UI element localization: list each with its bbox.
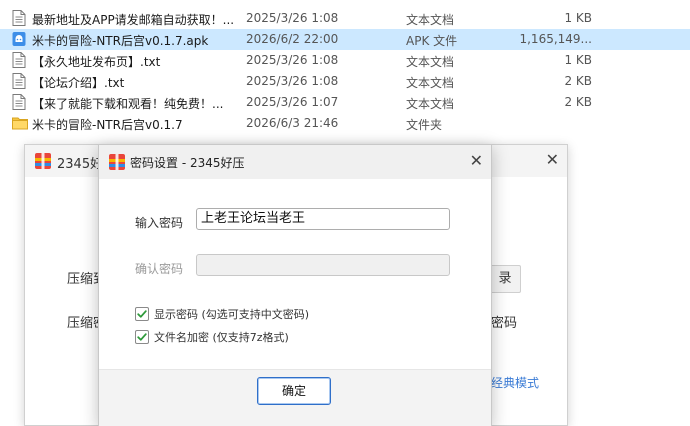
file-row[interactable]: 米卡的冒险-NTR后宫v0.1.7 2026/6/3 21:46 文件夹 — [0, 113, 690, 134]
file-row[interactable]: 最新地址及APP请发邮箱自动获取！... 2025/3/26 1:08 文本文档… — [0, 8, 690, 29]
file-row[interactable]: 【论坛介绍】.txt 2025/3/26 1:08 文本文档 2 KB — [0, 71, 690, 92]
file-row-selected[interactable]: 米卡的冒险-NTR后宫v0.1.7.apk 2026/6/2 22:00 APK… — [0, 29, 690, 50]
password-dialog-titlebar: 密码设置 - 2345好压 ✕ — [99, 145, 491, 179]
folder-icon — [12, 115, 28, 131]
compress-window-title: 2345好 — [57, 157, 104, 172]
haozip-logo-icon — [109, 154, 125, 173]
confirm-password-input[interactable] — [196, 254, 450, 276]
file-type: 文本文档 — [406, 97, 455, 111]
file-type: 文本文档 — [406, 76, 455, 90]
file-type: 文本文档 — [406, 13, 455, 27]
confirm-password-label: 确认密码 — [135, 262, 184, 276]
password-dialog-title: 密码设置 - 2345好压 — [130, 156, 245, 170]
file-size: 2 KB — [564, 95, 592, 109]
password-text-fragment: 密码 — [491, 316, 518, 331]
close-icon[interactable]: ✕ — [546, 150, 559, 169]
file-row[interactable]: 【来了就能下载和观看！纯免费！... 2025/3/26 1:07 文本文档 2… — [0, 92, 690, 113]
file-list: 最新地址及APP请发邮箱自动获取！... 2025/3/26 1:08 文本文档… — [0, 8, 690, 134]
password-input[interactable] — [196, 208, 450, 230]
text-file-icon — [12, 94, 26, 110]
file-type: APK 文件 — [406, 34, 458, 48]
classic-mode-link[interactable]: 经典模式 — [491, 374, 539, 391]
file-type: 文件夹 — [406, 118, 443, 132]
file-date: 2026/6/3 21:46 — [246, 116, 339, 130]
file-size: 2 KB — [564, 74, 592, 88]
checkmark-icon — [137, 333, 147, 341]
apk-file-icon — [12, 31, 26, 47]
show-password-label[interactable]: 显示密码 (勾选可支持中文密码) — [154, 306, 309, 322]
file-name: 【论坛介绍】.txt — [32, 76, 125, 90]
file-row[interactable]: 【永久地址发布页】.txt 2025/3/26 1:08 文本文档 1 KB — [0, 50, 690, 71]
file-size: 1,165,149... — [519, 32, 592, 46]
file-name: 【来了就能下载和观看！纯免费！... — [32, 97, 224, 111]
file-size: 1 KB — [564, 53, 592, 67]
text-file-icon — [12, 73, 26, 89]
file-name: 【永久地址发布页】.txt — [32, 55, 161, 69]
close-icon[interactable]: ✕ — [470, 151, 483, 170]
encrypt-filenames-label[interactable]: 文件名加密 (仅支持7z格式) — [154, 329, 289, 345]
haozip-logo-icon — [35, 153, 51, 172]
file-name: 最新地址及APP请发邮箱自动获取！... — [32, 13, 235, 27]
ok-button[interactable]: 确定 — [257, 377, 331, 405]
file-name: 米卡的冒险-NTR后宫v0.1.7 — [32, 118, 183, 132]
file-date: 2025/3/26 1:08 — [246, 53, 339, 67]
show-password-checkbox[interactable] — [135, 307, 149, 321]
file-date: 2025/3/26 1:08 — [246, 11, 339, 25]
checkmark-icon — [137, 310, 147, 318]
file-type: 文本文档 — [406, 55, 455, 69]
file-name: 米卡的冒险-NTR后宫v0.1.7.apk — [32, 34, 209, 48]
file-date: 2026/6/2 22:00 — [246, 32, 339, 46]
text-file-icon — [12, 10, 26, 26]
encrypt-filenames-checkbox[interactable] — [135, 330, 149, 344]
file-date: 2025/3/26 1:07 — [246, 95, 339, 109]
password-dialog: 密码设置 - 2345好压 ✕ 输入密码 确认密码 显示密码 (勾选可支持中文密… — [98, 144, 492, 426]
text-file-icon — [12, 52, 26, 68]
browse-button[interactable]: 录 — [489, 265, 521, 293]
file-size: 1 KB — [564, 11, 592, 25]
password-label: 输入密码 — [135, 216, 184, 230]
file-date: 2025/3/26 1:08 — [246, 74, 339, 88]
